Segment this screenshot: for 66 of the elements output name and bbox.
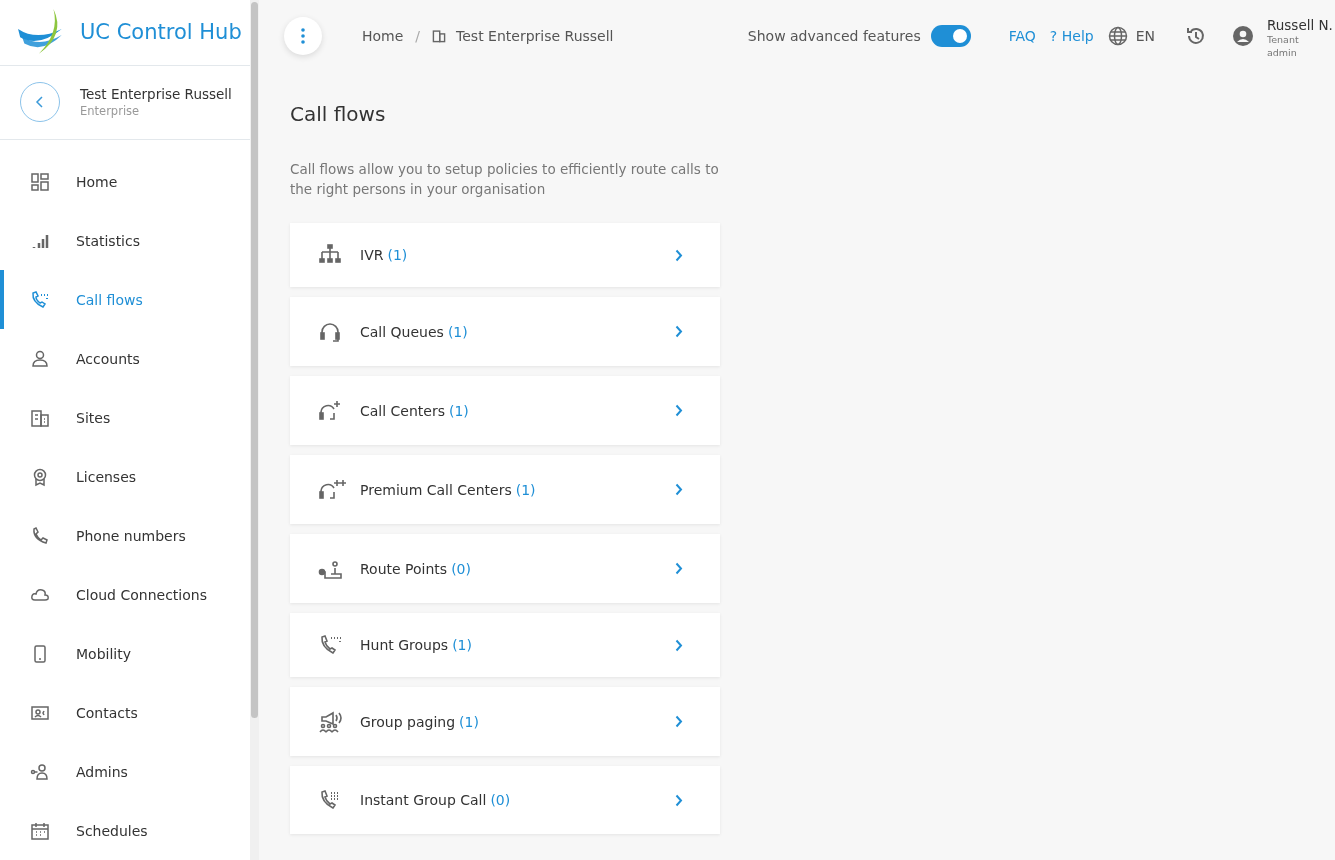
call-flow-card[interactable]: Call Centers (1) [290, 376, 720, 445]
flow-count: (1) [459, 713, 479, 730]
breadcrumb-separator: / [415, 28, 421, 44]
brand-name: UC Control Hub [80, 20, 242, 45]
flow-count: (1) [452, 637, 472, 653]
flow-count: (1) [515, 481, 536, 498]
flow-count: (0) [451, 560, 471, 577]
calendar-icon [30, 820, 50, 841]
grid-icon [30, 171, 50, 192]
sidebar-item[interactable]: Contacts [0, 683, 250, 742]
chevron-left-icon [35, 95, 45, 110]
breadcrumb-link[interactable]: Home [362, 28, 404, 44]
user-role: admin [1267, 46, 1298, 59]
chevron-right-icon [675, 404, 683, 417]
chevron-right-icon [675, 562, 683, 575]
breadcrumb-current: Test Enterprise Russell [456, 28, 614, 44]
call-flow-card[interactable]: Hunt Groups (1) [290, 613, 720, 677]
user-role: Tenant [1267, 33, 1300, 46]
sidebar-item[interactable]: Accounts [0, 329, 250, 388]
headset-plus-icon [318, 478, 346, 501]
call-flow-card[interactable]: Call Queues (1) [290, 297, 720, 366]
chevron-right-icon [675, 715, 683, 728]
flow-count: (0) [490, 792, 511, 808]
more-vertical-icon [301, 28, 305, 44]
call-flow-card[interactable]: IVR (1) [290, 223, 720, 287]
call-flow-card[interactable]: Route Points (0) [290, 534, 720, 603]
flow-count: (1) [387, 247, 408, 263]
globe-icon [1107, 26, 1128, 46]
page-title: Call flows [290, 102, 387, 126]
chevron-right-icon [675, 638, 683, 652]
back-button[interactable] [20, 82, 60, 123]
advanced-features-label: Show advanced features [747, 28, 921, 44]
sidebar-item[interactable]: Licenses [0, 447, 250, 506]
sidebar-item[interactable]: Schedules [0, 801, 250, 860]
advanced-features-toggle[interactable] [930, 25, 971, 47]
flow-count: (1) [449, 402, 469, 419]
sidebar-item[interactable]: Phone numbers [0, 506, 250, 565]
admin-icon [30, 761, 50, 782]
person-icon [30, 348, 50, 369]
sidebar-item[interactable]: Sites [0, 388, 250, 447]
call-flow-card[interactable]: Group paging (1) [290, 687, 720, 756]
menu-button[interactable] [284, 17, 322, 55]
sidebar-item[interactable]: Statistics [0, 211, 250, 270]
building-icon [432, 29, 447, 43]
sidebar-item[interactable]: Mobility [0, 624, 250, 683]
chevron-right-icon [675, 325, 683, 338]
history-icon[interactable] [1185, 25, 1207, 47]
sidebar-item[interactable]: Admins [0, 742, 250, 801]
user-avatar-icon[interactable] [1233, 26, 1253, 46]
enterprise-type: Enterprise [80, 104, 141, 119]
chevron-right-icon [675, 793, 683, 807]
scrollbar-thumb[interactable] [251, 2, 258, 718]
call-flow-card[interactable]: Premium Call Centers (1) [290, 455, 720, 524]
sidebar-item[interactable]: Home [0, 152, 250, 211]
sidebar-item[interactable]: Cloud Connections [0, 565, 250, 624]
page-description: Call flows allow you to setup policies to efficiently route calls to the right persons in your organisation [290, 160, 720, 199]
building-icon [30, 407, 50, 428]
phone-icon [30, 525, 50, 546]
phone-dots-icon [30, 289, 50, 310]
chevron-right-icon [675, 483, 683, 496]
flow-count: (1) [447, 323, 468, 340]
language-button[interactable]: EN [1107, 26, 1155, 46]
enterprise-name: Test Enterprise Russell [80, 86, 232, 103]
call-flow-card[interactable]: Instant Group Call (0) [290, 766, 720, 834]
chevron-right-icon [675, 248, 683, 262]
user-name: Russell N. [1267, 17, 1334, 33]
